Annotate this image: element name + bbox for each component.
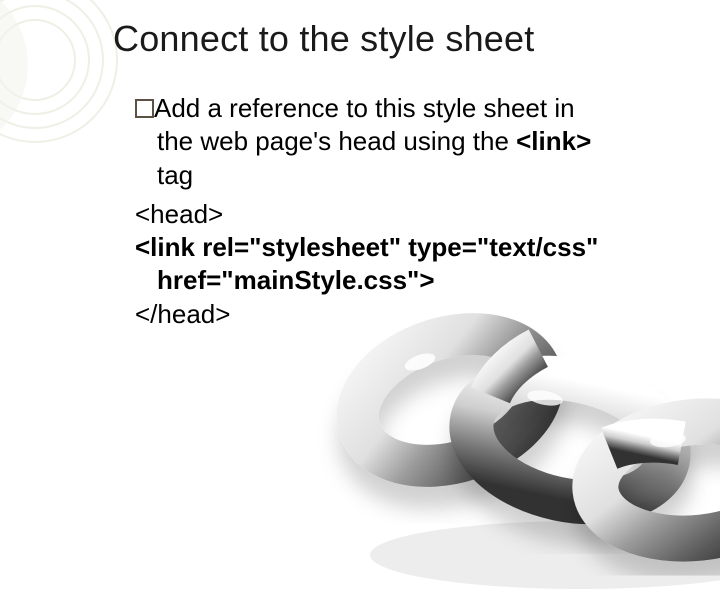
bullet-line-3: tag: [135, 159, 675, 192]
code-block: <head> <link rel="stylesheet" type="text…: [135, 198, 675, 331]
slide-body: Add a reference to this style sheet in t…: [135, 92, 675, 331]
bullet-line: Add a reference to this style sheet in: [135, 92, 675, 125]
code-line-link-b: href="mainStyle.css">: [135, 264, 675, 297]
bullet-lead: Add: [154, 93, 200, 123]
bullet-text-1: a reference to this style sheet in: [200, 93, 574, 123]
code-line-link-a: <link rel="stylesheet" type="text/css": [135, 231, 675, 264]
bullet-text-2: the web page's head using the: [157, 126, 516, 156]
code-line-head-close: </head>: [135, 298, 675, 331]
bullet-box-icon: [135, 99, 154, 118]
link-tag-word: <link>: [516, 126, 591, 156]
bullet-line-2: the web page's head using the <link>: [135, 125, 675, 158]
slide-title: Connect to the style sheet: [113, 18, 534, 60]
code-line-head-open: <head>: [135, 198, 675, 231]
